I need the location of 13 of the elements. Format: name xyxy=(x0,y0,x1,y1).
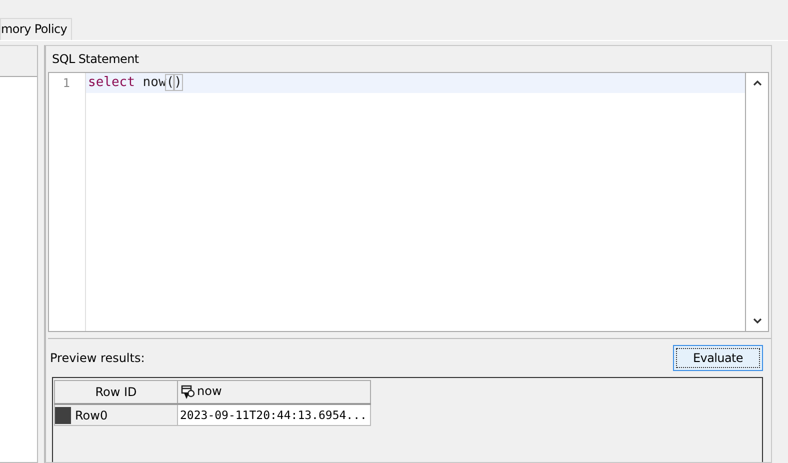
preview-label: Preview results: xyxy=(50,351,145,365)
scroll-down-icon[interactable] xyxy=(752,318,762,324)
column-type-icon xyxy=(181,384,195,400)
column-header[interactable]: now xyxy=(178,380,370,404)
row-marker[interactable] xyxy=(55,406,71,424)
panel-title: SQL Statement xyxy=(51,51,140,68)
column-header[interactable]: Row ID xyxy=(54,380,178,404)
row-id: Row0 xyxy=(75,408,108,422)
tab[interactable]: mory Policy xyxy=(0,18,72,40)
line-number: 1 xyxy=(62,75,71,92)
evaluate-button[interactable]: Evaluate xyxy=(673,345,763,371)
scroll-up-icon[interactable] xyxy=(752,80,762,86)
table-cell: 2023-09-11T20:44:13.6954... xyxy=(178,404,370,426)
